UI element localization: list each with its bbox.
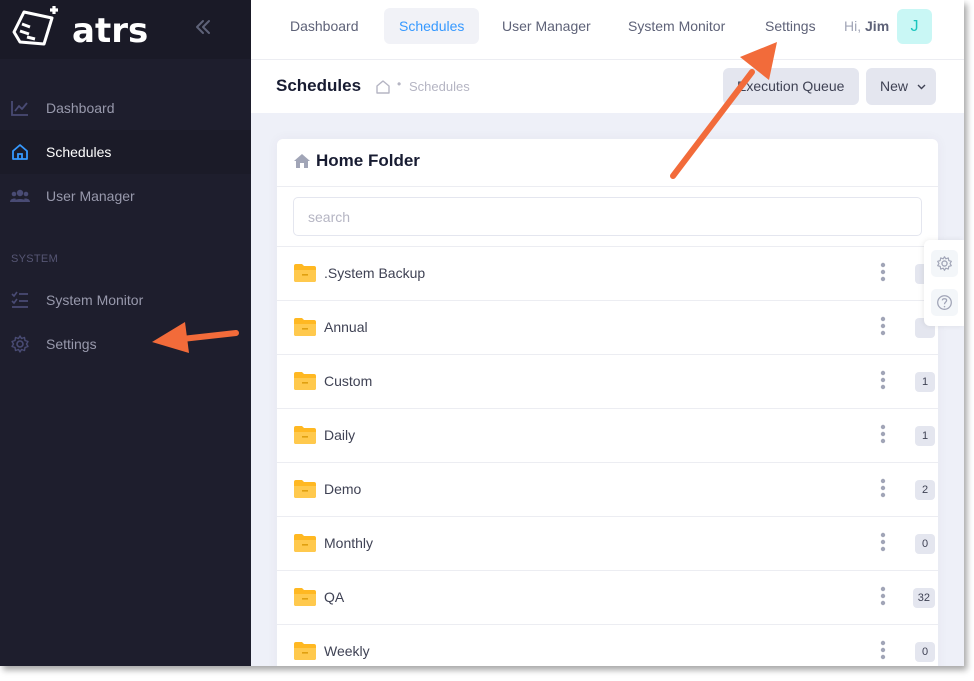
user-greeting[interactable]: Hi, Jim: [844, 18, 889, 34]
search-input[interactable]: [293, 197, 922, 236]
collapse-sidebar-icon[interactable]: [192, 16, 214, 38]
tab-system-monitor[interactable]: System Monitor: [613, 8, 740, 44]
folder-icon: [294, 588, 316, 606]
tab-settings[interactable]: Settings: [750, 8, 831, 44]
folder-count-badge: 0: [915, 534, 935, 554]
folder-icon: [294, 264, 316, 282]
more-options-icon[interactable]: [879, 640, 887, 660]
folder-name: Monthly: [324, 535, 374, 551]
gear-icon: [11, 335, 29, 353]
app-window: atrs Dashboard Schedules User Manager SY…: [0, 0, 964, 666]
sidebar-item-label: System Monitor: [46, 292, 144, 308]
folder-icon: [294, 318, 316, 336]
more-options-icon[interactable]: [879, 316, 887, 336]
breadcrumb-separator: •: [397, 77, 402, 91]
new-button[interactable]: New: [866, 68, 936, 105]
sidebar-section-label: SYSTEM: [11, 253, 59, 265]
more-options-icon[interactable]: [879, 370, 887, 390]
folder-name: Daily: [324, 427, 356, 443]
folder-row[interactable]: Daily 1: [277, 408, 938, 462]
folder-row[interactable]: Custom 1: [277, 354, 938, 408]
folder-name: Custom: [324, 373, 373, 389]
folder-icon: [294, 534, 316, 552]
list-check-icon: [11, 291, 28, 308]
avatar[interactable]: J: [897, 9, 932, 44]
folder-count-badge: 1: [915, 426, 935, 446]
card-title: Home Folder: [316, 151, 420, 170]
page-title: Schedules: [276, 76, 362, 95]
question-circle-icon: [937, 295, 952, 310]
sidebar-item-label: Settings: [46, 336, 97, 352]
folder-icon: [294, 642, 316, 660]
folder-name: Annual: [324, 319, 368, 335]
folder-icon: [294, 372, 316, 390]
more-options-icon[interactable]: [879, 586, 887, 606]
home-folder-card: Home Folder .System BackupAnnualCustom1D…: [277, 139, 938, 666]
chart-line-icon: [11, 101, 28, 116]
folder-count-badge: 32: [912, 588, 935, 608]
folder-count-badge: 2: [915, 480, 935, 500]
sidebar-item-settings[interactable]: Settings: [0, 322, 251, 366]
home-icon: [294, 154, 310, 168]
folder-name: Demo: [324, 481, 362, 497]
folder-name: QA: [324, 589, 345, 605]
tab-user-manager[interactable]: User Manager: [487, 8, 606, 44]
greeting-text: Hi,: [844, 18, 862, 34]
help-button[interactable]: [931, 289, 958, 316]
folder-count-badge: 0: [915, 642, 935, 662]
divider: [277, 186, 938, 187]
tab-dashboard[interactable]: Dashboard: [275, 8, 374, 44]
home-icon: [12, 144, 28, 160]
folder-row[interactable]: Monthly 0: [277, 516, 938, 570]
folder-count-badge: 1: [915, 372, 935, 392]
svg-text:atrs: atrs: [72, 11, 148, 50]
new-button-label: New: [880, 78, 909, 94]
atrs-logo[interactable]: atrs: [10, 4, 160, 50]
execution-queue-button[interactable]: Execution Queue: [723, 68, 859, 105]
more-options-icon[interactable]: [879, 262, 887, 282]
brand-bar: atrs: [0, 0, 251, 59]
sidebar-item-user-manager[interactable]: User Manager: [0, 174, 251, 218]
floating-toolbar: [924, 240, 964, 326]
users-icon: [10, 189, 30, 202]
more-options-icon[interactable]: [879, 532, 887, 552]
folder-row[interactable]: Annual: [277, 300, 938, 354]
sidebar-item-schedules[interactable]: Schedules: [0, 130, 251, 174]
top-navbar: Dashboard Schedules User Manager System …: [251, 0, 964, 60]
sidebar-item-label: User Manager: [46, 188, 135, 204]
chevron-down-icon: [917, 84, 926, 90]
sidebar: atrs Dashboard Schedules User Manager SY…: [0, 0, 251, 666]
breadcrumb-home-icon[interactable]: [375, 79, 391, 94]
folder-icon: [294, 426, 316, 444]
folder-row[interactable]: .System Backup: [277, 246, 938, 300]
folder-icon: [294, 480, 316, 498]
settings-toggle-button[interactable]: [931, 250, 958, 277]
folder-row[interactable]: Weekly 0: [277, 624, 938, 666]
folder-row[interactable]: QA 32: [277, 570, 938, 624]
user-name: Jim: [865, 18, 890, 34]
tab-schedules[interactable]: Schedules: [384, 8, 480, 44]
folder-name: Weekly: [324, 643, 370, 659]
subheader: Schedules • Schedules Execution Queue Ne…: [251, 60, 964, 113]
gear-icon: [937, 256, 952, 271]
folder-name: .System Backup: [324, 265, 426, 281]
more-options-icon[interactable]: [879, 478, 887, 498]
folder-row[interactable]: Demo 2: [277, 462, 938, 516]
sidebar-item-dashboard[interactable]: Dashboard: [0, 86, 251, 130]
breadcrumb[interactable]: Schedules: [409, 79, 470, 94]
sidebar-item-system-monitor[interactable]: System Monitor: [0, 278, 251, 322]
sidebar-item-label: Dashboard: [46, 100, 115, 116]
more-options-icon[interactable]: [879, 424, 887, 444]
sidebar-item-label: Schedules: [46, 144, 112, 160]
